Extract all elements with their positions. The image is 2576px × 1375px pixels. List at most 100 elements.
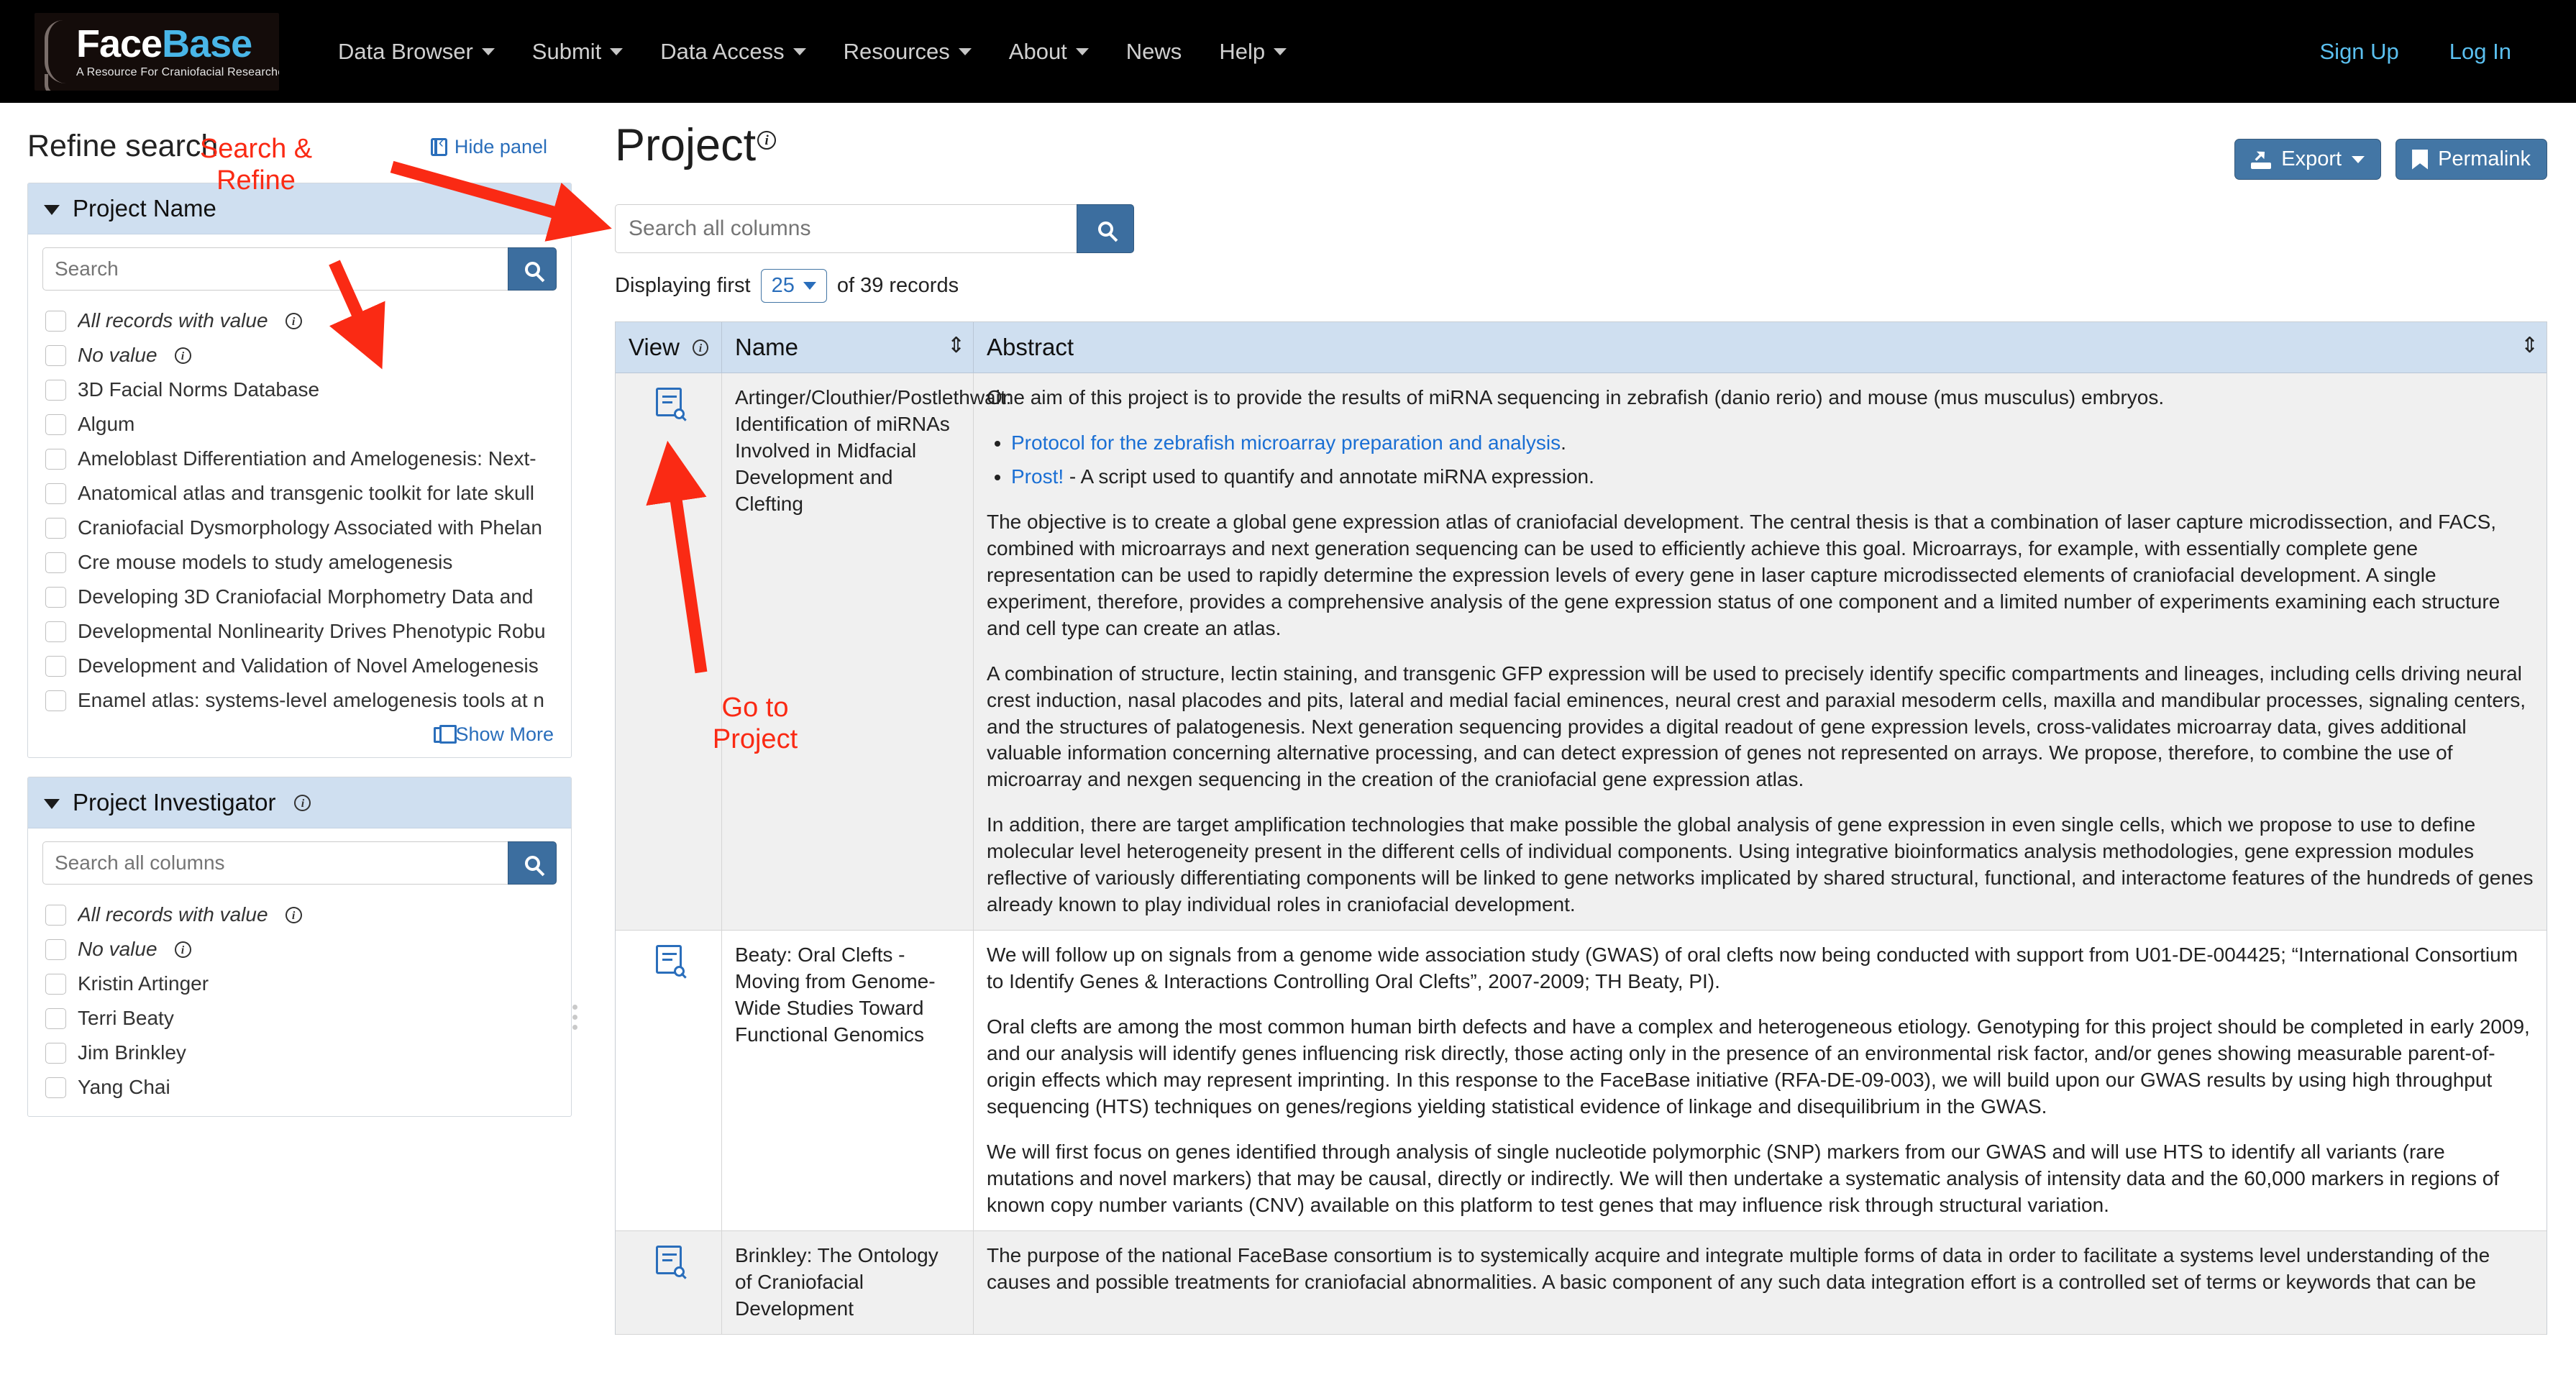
checkbox[interactable] xyxy=(45,552,66,573)
displaying-suffix: of 39 records xyxy=(836,274,959,297)
nav-item-data-access[interactable]: Data Access xyxy=(641,32,824,72)
facet-header-project-name[interactable]: Project Name xyxy=(28,183,571,234)
info-icon[interactable]: i xyxy=(757,131,777,150)
facet-option-no-value[interactable]: No value i xyxy=(42,932,557,967)
page-content: Refine search Hide panel Project Name xyxy=(0,103,2576,1375)
nav-label: Submit xyxy=(531,38,602,64)
facet-option-no-value[interactable]: No value i xyxy=(42,338,557,373)
table-header-row: View i Name ⇕ Abstract ⇕ xyxy=(616,322,2547,373)
export-button[interactable]: Export xyxy=(2234,139,2382,180)
facet-option-all-records[interactable]: All records with value i xyxy=(42,897,557,932)
nav-item-submit[interactable]: Submit xyxy=(513,32,641,72)
facet-search-button-project-investigator[interactable] xyxy=(508,841,557,885)
facebase-logo[interactable]: FaceBase A Resource For Craniofacial Res… xyxy=(35,12,279,91)
permalink-button[interactable]: Permalink xyxy=(2395,139,2547,180)
checkbox[interactable] xyxy=(45,904,66,926)
column-label: View xyxy=(629,334,680,360)
facet-option[interactable]: Yang Chai xyxy=(42,1070,557,1105)
checkbox[interactable] xyxy=(45,1077,66,1098)
chevron-down-icon xyxy=(793,47,806,55)
checkbox[interactable] xyxy=(45,586,66,608)
show-more-label: Show More xyxy=(455,723,554,745)
view-record-icon[interactable] xyxy=(655,1245,685,1277)
info-icon[interactable]: i xyxy=(285,312,302,329)
view-record-icon[interactable] xyxy=(655,945,685,977)
nav-item-about[interactable]: About xyxy=(990,32,1107,72)
checkbox[interactable] xyxy=(45,483,66,504)
sort-icon[interactable]: ⇕ xyxy=(947,335,965,360)
facet-option[interactable]: Jim Brinkley xyxy=(42,1036,557,1070)
nav-label: About xyxy=(1008,38,1067,64)
facet-search-input-project-name[interactable] xyxy=(42,247,508,291)
info-icon[interactable]: i xyxy=(174,347,191,364)
facet-option[interactable]: Developmental Nonlinearity Drives Phenot… xyxy=(42,614,557,649)
nav-item-help[interactable]: Help xyxy=(1200,32,1305,72)
nav-menu: Data Browser Submit Data Access Resource… xyxy=(319,32,1305,72)
page-size-selector[interactable]: 25 xyxy=(760,269,827,303)
protocol-link[interactable]: Protocol for the zebrafish microarray pr… xyxy=(1011,431,1561,454)
checkbox[interactable] xyxy=(45,379,66,401)
chevron-down-icon xyxy=(1274,47,1287,55)
nav-item-news[interactable]: News xyxy=(1107,32,1201,72)
facet-search-input-project-investigator[interactable] xyxy=(42,841,508,885)
checkbox[interactable] xyxy=(45,1008,66,1029)
checkbox[interactable] xyxy=(45,448,66,470)
hide-panel-label: Hide panel xyxy=(454,136,547,157)
facet-option[interactable]: Ameloblast Differentiation and Amelogene… xyxy=(42,442,557,476)
table-row[interactable]: Beaty: Oral Clefts - Moving from Genome-… xyxy=(616,931,2547,1231)
checkbox[interactable] xyxy=(45,517,66,539)
sort-icon[interactable]: ⇕ xyxy=(2521,335,2539,360)
nav-item-data-browser[interactable]: Data Browser xyxy=(319,32,513,72)
facet-header-project-investigator[interactable]: Project Investigator i xyxy=(28,777,571,828)
column-header-name[interactable]: Name ⇕ xyxy=(722,322,974,373)
sign-up-link[interactable]: Sign Up xyxy=(2301,32,2418,72)
checkbox[interactable] xyxy=(45,344,66,366)
search-all-columns-button[interactable] xyxy=(1077,204,1134,253)
facet-option[interactable]: Development and Validation of Novel Amel… xyxy=(42,649,557,683)
column-header-abstract[interactable]: Abstract ⇕ xyxy=(974,322,2547,373)
facet-option[interactable]: Enamel atlas: systems-level amelogenesis… xyxy=(42,683,557,718)
hide-panel-button[interactable]: Hide panel xyxy=(430,134,547,158)
info-icon[interactable]: i xyxy=(692,339,708,356)
facet-option[interactable]: Kristin Artinger xyxy=(42,967,557,1001)
facet-option[interactable]: Terri Beaty xyxy=(42,1001,557,1036)
show-more-button-project-name[interactable]: Show More xyxy=(42,718,557,746)
prost-link[interactable]: Prost! xyxy=(1011,465,1064,488)
row-view-cell xyxy=(616,373,722,931)
facet-option-label: All records with value xyxy=(78,903,268,926)
facet-option[interactable]: Anatomical atlas and transgenic toolkit … xyxy=(42,476,557,511)
checkbox[interactable] xyxy=(45,655,66,677)
facet-option[interactable]: Developing 3D Craniofacial Morphometry D… xyxy=(42,580,557,614)
table-row[interactable]: Brinkley: The Ontology of Craniofacial D… xyxy=(616,1230,2547,1335)
info-icon[interactable]: i xyxy=(285,906,302,923)
view-record-icon[interactable] xyxy=(655,388,685,419)
checkbox[interactable] xyxy=(45,938,66,960)
facet-project-name: Project Name All records with value i No xyxy=(27,183,572,758)
chevron-down-icon xyxy=(2352,155,2365,163)
checkbox[interactable] xyxy=(45,690,66,711)
nav-label: Help xyxy=(1219,38,1266,64)
checkbox[interactable] xyxy=(45,621,66,642)
checkbox[interactable] xyxy=(45,1042,66,1064)
facet-option[interactable]: Cre mouse models to study amelogenesis xyxy=(42,545,557,580)
checkbox[interactable] xyxy=(45,414,66,435)
facet-option-all-records[interactable]: All records with value i xyxy=(42,303,557,338)
checkbox[interactable] xyxy=(45,973,66,995)
facet-option[interactable]: Craniofacial Dysmorphology Associated wi… xyxy=(42,511,557,545)
nav-item-resources[interactable]: Resources xyxy=(825,32,990,72)
facet-option[interactable]: Algum xyxy=(42,407,557,442)
facet-option-label: Terri Beaty xyxy=(78,1007,174,1029)
checkbox[interactable] xyxy=(45,310,66,332)
info-icon[interactable]: i xyxy=(294,794,311,811)
page-title: Project i xyxy=(615,123,777,168)
table-row[interactable]: Artinger/Clouthier/Postlethwait: Identif… xyxy=(616,373,2547,931)
face-profile-icon xyxy=(45,19,78,91)
search-all-columns-input[interactable] xyxy=(615,204,1077,253)
facet-option[interactable]: 3D Facial Norms Database xyxy=(42,373,557,407)
info-icon[interactable]: i xyxy=(174,941,191,958)
search-icon xyxy=(524,261,540,277)
log-in-link[interactable]: Log In xyxy=(2431,32,2530,72)
row-view-cell xyxy=(616,1230,722,1334)
column-header-view: View i xyxy=(616,322,722,373)
facet-search-button-project-name[interactable] xyxy=(508,247,557,291)
